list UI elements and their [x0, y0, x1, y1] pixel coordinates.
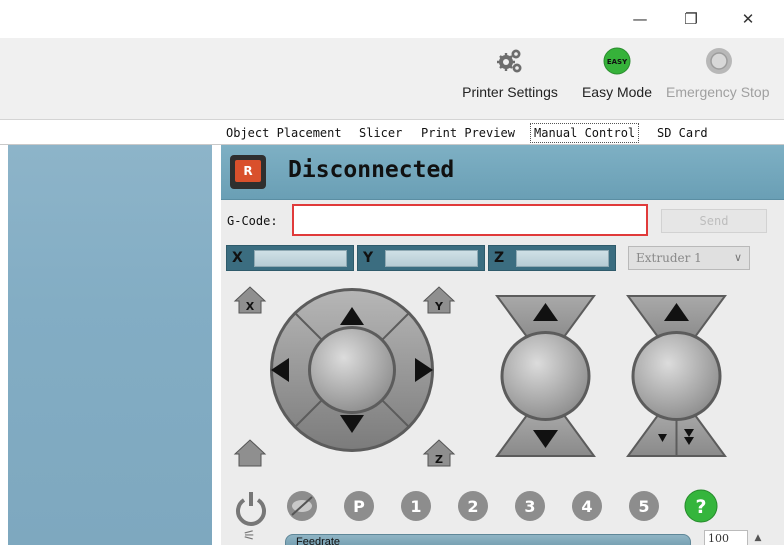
svg-text:5: 5 [638, 497, 649, 516]
feedrate-spinner[interactable]: ▲ [751, 530, 765, 545]
z-position-value [516, 250, 609, 267]
z-position-display: Z [488, 245, 616, 271]
close-button[interactable]: ✕ [733, 6, 763, 32]
fan-off-button[interactable] [287, 491, 317, 521]
tab-object-placement[interactable]: Object Placement [223, 124, 345, 144]
park-button[interactable]: P [344, 491, 374, 521]
macro-3-button[interactable]: 3 [515, 491, 545, 521]
svg-text:2: 2 [467, 497, 478, 516]
tab-sd-card[interactable]: SD Card [654, 124, 711, 144]
macro-2-button[interactable]: 2 [458, 491, 488, 521]
easy-mode-label: Easy Mode [581, 84, 653, 100]
svg-text:3: 3 [524, 497, 535, 516]
svg-text:Z: Z [435, 453, 443, 466]
connection-status: Disconnected [288, 157, 455, 183]
home-x-button[interactable]: X [233, 286, 267, 314]
svg-text:Y: Y [434, 300, 444, 313]
send-button[interactable]: Send [661, 209, 767, 233]
z-jog-control [495, 295, 596, 457]
easy-mode-icon: EASY [602, 46, 632, 76]
z-axis-label: Z [494, 250, 505, 266]
x-position-display: X [226, 245, 354, 271]
tab-print-preview[interactable]: Print Preview [418, 124, 518, 144]
z-center-button[interactable] [503, 334, 588, 418]
home-all-button[interactable] [233, 439, 267, 467]
power-button[interactable] [236, 492, 266, 526]
toolbar: Printer Settings EASY Easy Mode Emergenc… [0, 38, 784, 120]
feedrate-value-input[interactable]: 100 [704, 530, 748, 545]
home-z-button[interactable]: Z [422, 439, 456, 467]
tab-slicer[interactable]: Slicer [356, 124, 405, 144]
feedrate-icon: ⚟ [243, 528, 256, 544]
gcode-label: G-Code: [227, 214, 278, 228]
restore-button[interactable]: ❐ [676, 6, 706, 32]
svg-text:4: 4 [581, 497, 592, 516]
y-position-display: Y [357, 245, 485, 271]
chevron-down-icon: ∨ [733, 251, 742, 264]
x-axis-label: X [232, 250, 243, 266]
svg-text:EASY: EASY [607, 58, 628, 66]
printer-settings-label: Printer Settings [462, 84, 558, 100]
help-button[interactable]: ? [684, 489, 718, 523]
extruder-jog-control [626, 295, 727, 457]
manual-control-panel: R Disconnected G-Code: Send X Y Z Extrud… [221, 145, 784, 545]
xy-center-button[interactable] [311, 329, 393, 411]
tab-manual-control[interactable]: Manual Control [530, 123, 640, 143]
minimize-button[interactable]: — [625, 6, 655, 32]
feedrate-label: Feedrate [296, 536, 341, 545]
title-bar: — ❐ ✕ [0, 0, 784, 38]
tab-bar: Object Placement Slicer Print Preview Ma… [0, 121, 784, 145]
app-window: — ❐ ✕ Printer Settings EASY Easy Mode Em… [0, 0, 784, 545]
repetier-logo-icon: R [230, 155, 266, 189]
connection-header: R Disconnected [221, 145, 784, 200]
svg-text:X: X [246, 300, 255, 313]
left-panel [8, 145, 212, 545]
emergency-stop-icon [704, 46, 734, 76]
svg-text:?: ? [695, 496, 706, 518]
emergency-stop-label: Emergency Stop [666, 84, 770, 100]
macro-4-button[interactable]: 4 [572, 491, 602, 521]
x-position-value [254, 250, 347, 267]
extruder-select-value: Extruder 1 [636, 251, 702, 265]
y-position-value [385, 250, 478, 267]
macro-1-button[interactable]: 1 [401, 491, 431, 521]
extruder-center-button[interactable] [634, 334, 719, 418]
xy-jog-pad [270, 288, 434, 452]
easy-mode-button[interactable]: EASY Easy Mode [576, 46, 658, 100]
svg-text:P: P [353, 497, 365, 516]
y-axis-label: Y [363, 250, 374, 266]
svg-text:1: 1 [410, 497, 421, 516]
macro-5-button[interactable]: 5 [629, 491, 659, 521]
feedrate-slider[interactable]: Feedrate [285, 534, 691, 545]
home-y-button[interactable]: Y [422, 286, 456, 314]
jog-controls: X Y Z P 1 2 3 4 5 ? [233, 286, 727, 526]
printer-settings-button[interactable]: Printer Settings [454, 46, 566, 100]
emergency-stop-button[interactable]: Emergency Stop [666, 46, 784, 100]
gears-icon [495, 46, 525, 76]
extruder-select[interactable]: Extruder 1 ∨ [628, 246, 750, 270]
gcode-input[interactable] [292, 204, 648, 236]
